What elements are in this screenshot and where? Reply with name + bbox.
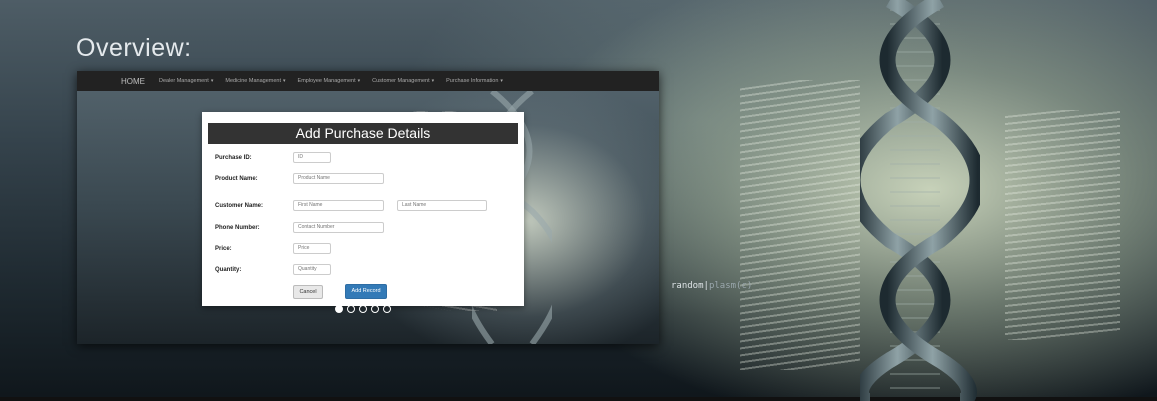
phone-number-label: Phone Number: bbox=[215, 225, 260, 231]
product-name-input[interactable] bbox=[293, 173, 384, 184]
modal-title: Add Purchase Details bbox=[208, 123, 518, 144]
quantity-label: Quantity: bbox=[215, 267, 242, 273]
purchase-id-input[interactable] bbox=[293, 152, 331, 163]
carousel-indicator-4[interactable] bbox=[371, 305, 379, 313]
nav-dealer-management[interactable]: Dealer Management ▾ bbox=[159, 78, 213, 84]
background-text-decoration-right bbox=[1005, 110, 1120, 340]
navbar: HOME Dealer Management ▾ Medicine Managem… bbox=[77, 71, 659, 91]
carousel-indicator-3[interactable] bbox=[359, 305, 367, 313]
logo-text: random bbox=[671, 281, 704, 291]
dna-helix-image bbox=[860, 0, 980, 401]
chevron-down-icon: ▾ bbox=[500, 78, 503, 84]
random-plasm-logo: random|plasm(c) bbox=[671, 281, 752, 291]
price-input[interactable] bbox=[293, 243, 331, 254]
nav-label: Medicine Management bbox=[225, 78, 282, 84]
add-record-button[interactable]: Add Record bbox=[345, 284, 387, 299]
nav-label: Customer Management bbox=[372, 78, 430, 84]
app-screenshot: HOME Dealer Management ▾ Medicine Managem… bbox=[77, 71, 659, 344]
purchase-id-label: Purchase ID: bbox=[215, 155, 252, 161]
nav-employee-management[interactable]: Employee Management ▾ bbox=[298, 78, 361, 84]
carousel-indicators bbox=[335, 305, 391, 313]
carousel-indicator-1[interactable] bbox=[335, 305, 343, 313]
add-purchase-modal: Add Purchase Details Purchase ID: Produc… bbox=[202, 112, 524, 306]
nav-medicine-management[interactable]: Medicine Management ▾ bbox=[225, 78, 285, 84]
contact-number-input[interactable] bbox=[293, 222, 384, 233]
nav-label: Dealer Management bbox=[159, 78, 209, 84]
nav-purchase-information[interactable]: Purchase Information ▾ bbox=[446, 78, 503, 84]
chevron-down-icon: ▾ bbox=[431, 78, 435, 84]
page-title: Overview: bbox=[76, 34, 192, 62]
carousel-indicator-5[interactable] bbox=[383, 305, 391, 313]
bottom-strip bbox=[0, 397, 1157, 401]
nav-home-link[interactable]: HOME bbox=[121, 77, 145, 86]
product-name-label: Product Name: bbox=[215, 176, 258, 182]
quantity-input[interactable] bbox=[293, 264, 331, 275]
nav-label: Employee Management bbox=[297, 78, 356, 84]
customer-name-label: Customer Name: bbox=[215, 203, 264, 209]
chevron-down-icon: ▾ bbox=[210, 78, 214, 84]
nav-customer-management[interactable]: Customer Management ▾ bbox=[372, 78, 434, 84]
nav-label: Purchase Information bbox=[446, 78, 499, 84]
chevron-down-icon: ▾ bbox=[283, 78, 286, 84]
chevron-down-icon: ▾ bbox=[357, 78, 361, 84]
cancel-button[interactable]: Cancel bbox=[293, 285, 323, 299]
logo-suffix: plasm(c) bbox=[708, 281, 753, 291]
price-label: Price: bbox=[215, 246, 232, 252]
first-name-input[interactable] bbox=[293, 200, 384, 211]
carousel-indicator-2[interactable] bbox=[347, 305, 355, 313]
background-text-decoration bbox=[740, 80, 860, 370]
last-name-input[interactable] bbox=[397, 200, 487, 211]
